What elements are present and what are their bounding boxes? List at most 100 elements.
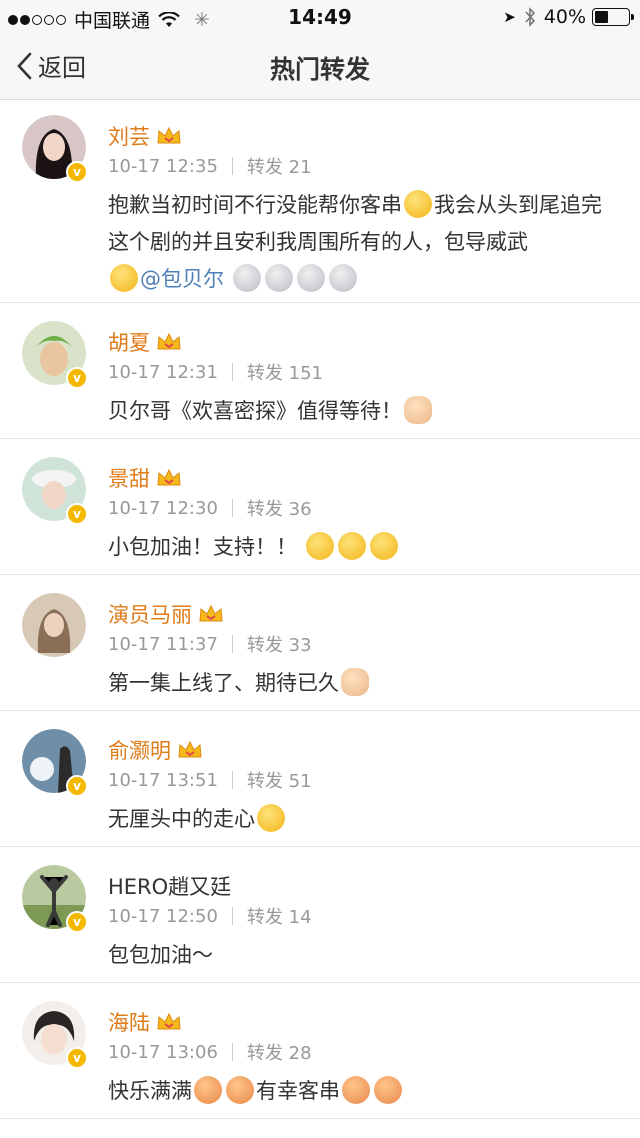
username[interactable]: 俞灏明 [108, 735, 171, 765]
comment-item: v 俞灏明 10-17 13:51 转发 51 无厘头中的走心 [0, 711, 640, 847]
avatar[interactable] [22, 593, 86, 657]
crown-badge-icon [157, 332, 181, 350]
name-row: HERO趙又廷 [108, 871, 231, 901]
repost-count[interactable]: 转发 28 [247, 1039, 312, 1065]
verified-badge-icon: v [66, 1047, 88, 1069]
divider [231, 157, 233, 175]
battery-icon [592, 8, 634, 26]
post-time: 10-17 12:35 [108, 155, 218, 177]
username[interactable]: HERO趙又廷 [108, 871, 231, 901]
cheer-emoji-icon [337, 532, 366, 560]
battery-percent: 40% [543, 6, 586, 28]
comment-text-part: 无厘头中的走心 [108, 807, 255, 831]
username[interactable]: 演员马丽 [108, 599, 192, 629]
divider [231, 907, 233, 925]
location-arrow-icon: ➤ [503, 8, 516, 26]
crown-badge-icon [199, 604, 223, 622]
post-time: 10-17 12:31 [108, 361, 218, 383]
comment-text: 贝尔哥《欢喜密探》值得等待！ [108, 393, 618, 430]
crown-badge-icon [157, 126, 181, 144]
meta-row: 10-17 12:50 转发 14 [108, 903, 312, 929]
mention-link[interactable]: @包贝尔 [140, 267, 224, 291]
verified-badge-icon: v [66, 367, 88, 389]
meta-row: 10-17 12:30 转发 36 [108, 495, 312, 521]
comment-item: 演员马丽 10-17 11:37 转发 33 第一集上线了、期待已久 [0, 575, 640, 711]
cheer-emoji-icon [369, 532, 398, 560]
username[interactable]: 景甜 [108, 463, 150, 493]
repost-count[interactable]: 转发 21 [247, 153, 312, 179]
verified-badge-icon: v [66, 775, 88, 797]
comment-text: 包包加油～ [108, 937, 618, 974]
post-time: 10-17 12:50 [108, 905, 218, 927]
ultraman-emoji-icon [296, 264, 325, 292]
victory-hand-emoji-icon [341, 668, 369, 696]
ultraman-emoji-icon [264, 264, 293, 292]
comment-item: v 刘芸 10-17 12:35 转发 21 抱歉当初时间不行没能帮你客串 我会从… [0, 101, 640, 303]
comment-item: v 景甜 10-17 12:30 转发 36 小包加油！支持！！ [0, 439, 640, 575]
repost-count[interactable]: 转发 151 [247, 359, 323, 385]
crown-badge-icon [157, 1012, 181, 1030]
username[interactable]: 刘芸 [108, 121, 150, 151]
post-time: 10-17 12:30 [108, 497, 218, 519]
crown-badge-icon [178, 740, 202, 758]
divider [231, 635, 233, 653]
name-row: 演员马丽 [108, 599, 224, 629]
ultraman-emoji-icon [328, 264, 357, 292]
name-row: 海陆 [108, 1007, 182, 1037]
pig-emoji-icon [374, 1076, 402, 1104]
tongue-out-emoji-icon [404, 190, 432, 218]
comment-text: 第一集上线了、期待已久 [108, 665, 618, 702]
nav-bar: 返回 热门转发 [0, 34, 640, 100]
ultraman-emoji-icon [232, 264, 261, 292]
verified-badge-icon: v [66, 911, 88, 933]
post-time: 10-17 13:51 [108, 769, 218, 791]
comment-text: 快乐满满 有幸客串 [108, 1073, 618, 1110]
name-row: 景甜 [108, 463, 182, 493]
comment-item: v 海陆 10-17 13:06 转发 28 快乐满满 有幸客串 [0, 983, 640, 1119]
pig-emoji-icon [226, 1076, 254, 1104]
divider [231, 771, 233, 789]
verified-badge-icon: v [66, 503, 88, 525]
comment-text: 无厘头中的走心 [108, 801, 618, 838]
comment-text-part: 包包加油～ [108, 943, 213, 967]
comment-list: v 刘芸 10-17 12:35 转发 21 抱歉当初时间不行没能帮你客串 我会从… [0, 101, 640, 1119]
comment-text-part: 第一集上线了、期待已久 [108, 671, 339, 695]
username[interactable]: 胡夏 [108, 327, 150, 357]
repost-count[interactable]: 转发 51 [247, 767, 312, 793]
repost-count[interactable]: 转发 36 [247, 495, 312, 521]
divider [231, 499, 233, 517]
name-row: 刘芸 [108, 121, 182, 151]
post-time: 10-17 11:37 [108, 633, 218, 655]
status-bar: 中国联通 ✳ 14:49 ➤ 40% [0, 0, 640, 34]
comment-text-part: 抱歉当初时间不行没能帮你客串 [108, 193, 402, 217]
pig-emoji-icon [194, 1076, 222, 1104]
comment-item: v HERO趙又廷 10-17 12:50 转发 14 包包加油～ [0, 847, 640, 983]
comment-text: 抱歉当初时间不行没能帮你客串 我会从头到尾追完这个剧的并且安利我周围所有的人，包导… [108, 187, 618, 298]
pig-emoji-icon [342, 1076, 370, 1104]
comment-text-part: 有幸客串 [256, 1079, 340, 1103]
cheer-emoji-icon [305, 532, 334, 560]
meta-row: 10-17 13:06 转发 28 [108, 1039, 312, 1065]
repost-count[interactable]: 转发 14 [247, 903, 312, 929]
name-row: 胡夏 [108, 327, 182, 357]
divider [231, 363, 233, 381]
comment-text-part: 贝尔哥《欢喜密探》值得等待！ [108, 399, 402, 423]
crown-badge-icon [157, 468, 181, 486]
thumbs-up-emoji-icon [404, 396, 432, 424]
comment-text-part: 小包加油！支持！！ [108, 535, 297, 559]
repost-count[interactable]: 转发 33 [247, 631, 312, 657]
page-title: 热门转发 [269, 55, 370, 84]
username[interactable]: 海陆 [108, 1007, 150, 1037]
meta-row: 10-17 13:51 转发 51 [108, 767, 312, 793]
divider [231, 1043, 233, 1061]
bluetooth-icon [525, 7, 535, 27]
comment-text-part: 快乐满满 [108, 1079, 192, 1103]
comment-text: 小包加油！支持！！ [108, 529, 618, 566]
verified-badge-icon: v [66, 161, 88, 183]
name-row: 俞灏明 [108, 735, 203, 765]
status-right: ➤ 40% [503, 6, 634, 28]
meta-row: 10-17 12:35 转发 21 [108, 153, 312, 179]
post-time: 10-17 13:06 [108, 1041, 218, 1063]
meta-row: 10-17 11:37 转发 33 [108, 631, 312, 657]
grin-emoji-icon [257, 804, 285, 832]
